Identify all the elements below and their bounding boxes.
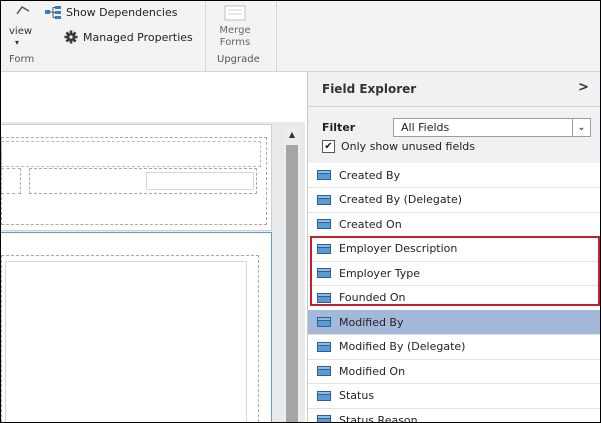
field-icon [317, 341, 331, 352]
field-cell[interactable] [29, 168, 257, 194]
form-canvas[interactable]: ▲ [1, 72, 305, 422]
field-list-item[interactable]: Created By [308, 163, 600, 188]
form-group-label: Form [9, 54, 35, 65]
field-list-item[interactable]: Status [308, 384, 600, 409]
show-dependencies-label: Show Dependencies [66, 6, 178, 19]
field-list-item-label: Created By [339, 168, 401, 182]
filter-dropdown[interactable]: All Fields ⌄ [393, 118, 591, 137]
scroll-up-arrow-icon[interactable]: ▲ [284, 128, 300, 142]
field-list-item[interactable]: Created By (Delegate) [308, 188, 600, 213]
preview-button[interactable]: view ▾ [5, 5, 41, 49]
field-icon [317, 415, 331, 422]
field-icon [317, 194, 331, 205]
only-unused-fields-toggle[interactable]: ✔ Only show unused fields [322, 140, 475, 153]
upgrade-group-label: Upgrade [217, 54, 260, 65]
field-list-item-label: Modified By (Delegate) [339, 340, 466, 353]
collapse-chevron-icon[interactable]: > [578, 80, 589, 95]
field-list-item-label: Modified On [339, 364, 406, 378]
filter-selected-value: All Fields [401, 121, 450, 134]
highlight-annotation [310, 236, 600, 306]
field-list-item[interactable]: Created On [308, 212, 600, 237]
field-list-item-label: Status Reason [339, 413, 418, 423]
preview-label: view [9, 26, 33, 37]
field-icon [317, 390, 331, 401]
field-list-item-label: Created On [339, 217, 402, 231]
form-tab-section[interactable] [1, 232, 272, 422]
field-explorer-pane: Field Explorer > Filter All Fields ⌄ ✔ O… [307, 72, 600, 423]
field-list-item[interactable]: Modified By [308, 310, 600, 335]
dependencies-icon [45, 6, 61, 19]
gear-icon [64, 30, 78, 44]
field-list-item-label: Modified By [339, 315, 404, 329]
field-list-item[interactable]: Modified By (Delegate) [308, 335, 600, 360]
subgrid-area [5, 261, 247, 422]
merge-forms-icon [224, 5, 246, 21]
form-header-area [1, 72, 305, 122]
ribbon-separator [205, 1, 206, 71]
managed-properties-button[interactable]: Managed Properties [64, 30, 193, 44]
canvas-scrollbar[interactable]: ▲ [284, 128, 300, 422]
scroll-thumb[interactable] [286, 145, 298, 422]
window: view ▾ Show Dependencies Managed Propert… [0, 0, 601, 423]
filter-area: Filter All Fields ⌄ ✔ Only show unused f… [308, 107, 600, 163]
field-list-item-label: Status [339, 389, 375, 402]
managed-properties-label: Managed Properties [83, 30, 193, 44]
ribbon: view ▾ Show Dependencies Managed Propert… [1, 1, 600, 72]
merge-forms-label: Merge Forms [219, 25, 251, 48]
checkbox[interactable]: ✔ [322, 140, 335, 153]
field-cell[interactable] [1, 168, 21, 194]
field-list-item-label: Created By (Delegate) [339, 193, 463, 206]
field-icon [317, 170, 331, 180]
field-explorer-header: Field Explorer > [308, 72, 600, 107]
field-explorer-title: Field Explorer [322, 82, 417, 96]
field-list-item[interactable]: Modified On [308, 359, 600, 384]
field-icon [317, 317, 331, 327]
show-dependencies-button[interactable]: Show Dependencies [45, 6, 177, 19]
field-list-item[interactable]: Status Reason [308, 408, 600, 423]
ribbon-separator [276, 1, 277, 71]
header-row [1, 141, 261, 167]
preview-dropdown-icon: ▾ [15, 38, 20, 47]
field-icon [317, 219, 331, 229]
only-unused-fields-label: Only show unused fields [341, 140, 475, 153]
preview-icon [16, 6, 30, 15]
field-input-placeholder [146, 172, 254, 190]
form-section[interactable] [1, 124, 272, 231]
field-icon [317, 366, 331, 376]
dropdown-arrow-icon[interactable]: ⌄ [572, 119, 590, 136]
filter-label: Filter [322, 121, 356, 134]
